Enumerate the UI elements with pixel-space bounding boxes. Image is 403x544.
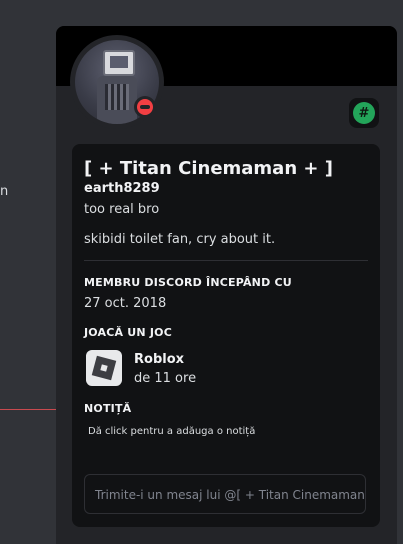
member-since-date: 27 oct. 2018 [84,296,167,311]
dnd-status-icon [134,96,156,118]
pronouns: too real bro [84,202,160,217]
note-title: NOTIȚĂ [84,402,132,415]
hashtag-badge-icon: # [353,102,375,124]
about-me: skibidi toilet fan, cry about it. [84,232,276,247]
section-divider [84,260,368,261]
note-input[interactable]: Dă click pentru a adăuga o notiță [88,426,255,437]
activity-game-name: Roblox [134,352,185,367]
avatar-image-head [103,50,135,76]
activity-duration: de 11 ore [134,371,197,386]
username[interactable]: earth8289 [84,181,160,196]
unread-divider [0,409,56,410]
message-input[interactable]: Trimite-i un mesaj lui @[ + Titan Cinema… [84,474,366,514]
avatar-image-body [97,76,137,124]
profile-badge[interactable]: # [349,98,379,128]
activity-title: JOACĂ UN JOC [84,326,172,339]
profile-popout: # [ + Titan Cinemaman + ] earth8289 too … [56,26,397,544]
profile-body: [ + Titan Cinemaman + ] earth8289 too re… [72,144,380,527]
member-since-title: MEMBRU DISCORD ÎNCEPÂND CU [84,276,292,289]
roblox-icon [86,350,122,386]
background-chat-text: n [0,184,9,199]
display-name: [ + Titan Cinemaman + ] [84,158,333,179]
